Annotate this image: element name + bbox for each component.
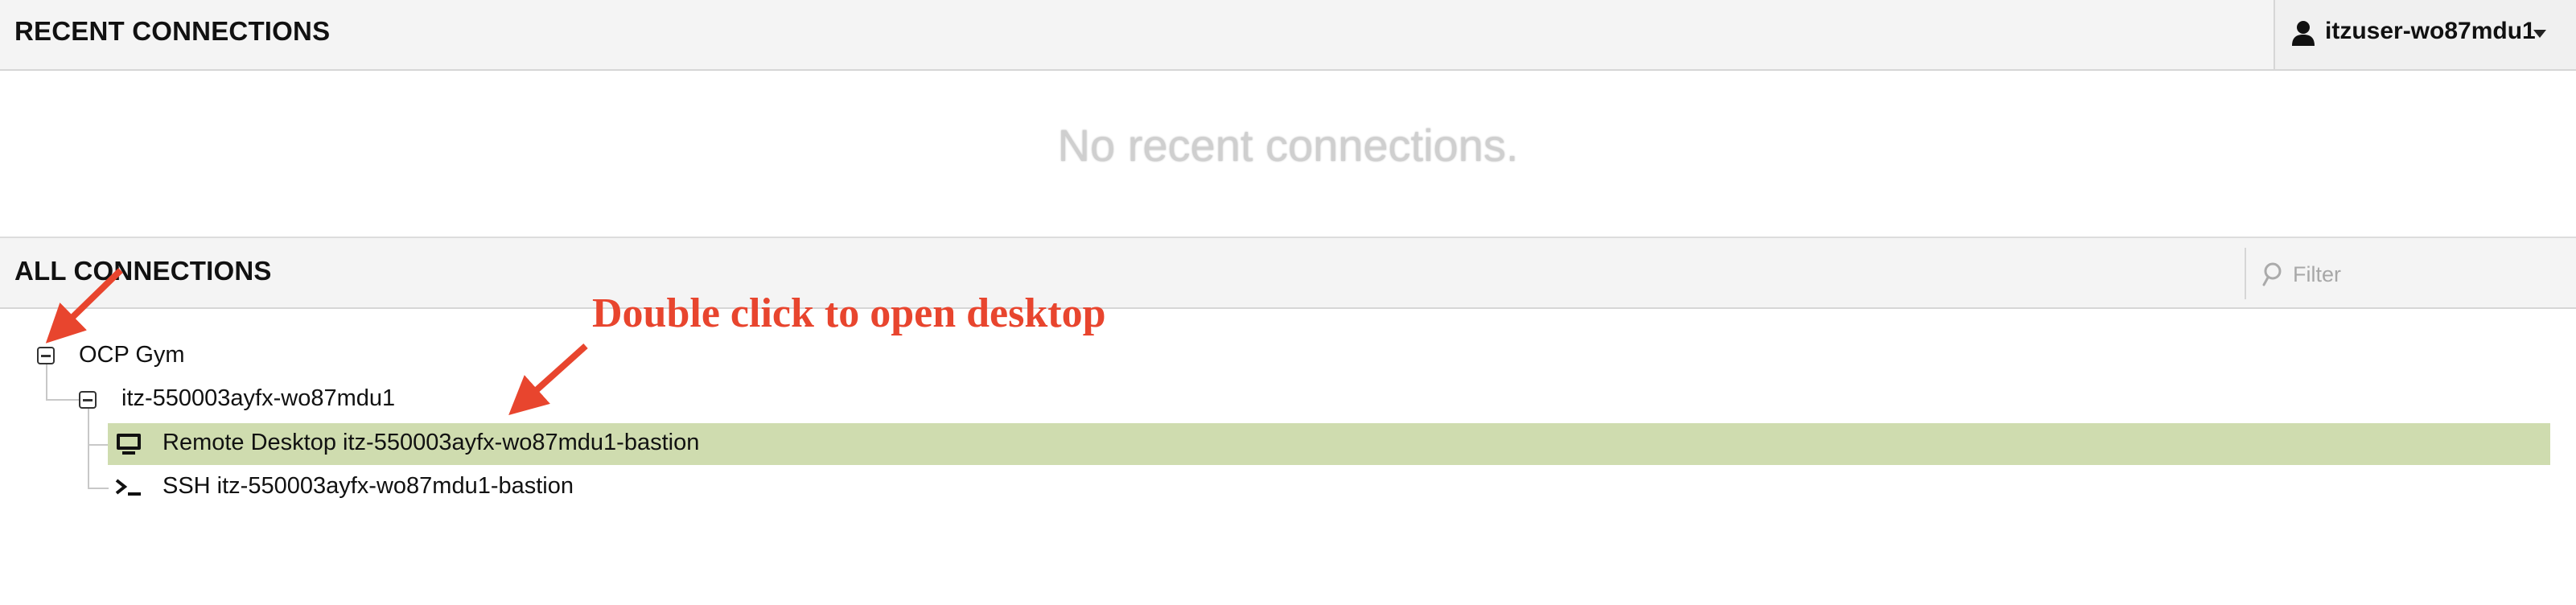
tree-line	[88, 488, 109, 489]
recent-connections-title: RECENT CONNECTIONS	[14, 16, 331, 46]
connection-label: SSH itz-550003ayfx-wo87mdu1-bastion	[163, 473, 574, 499]
arrow-to-remote-desktop	[508, 344, 588, 416]
search-icon	[2262, 262, 2282, 286]
tree-line	[46, 399, 80, 401]
terminal-icon	[115, 479, 141, 496]
all-connections-title: ALL CONNECTIONS	[14, 256, 272, 286]
tree-line	[46, 364, 47, 401]
connection-row-ssh[interactable]: SSH itz-550003ayfx-wo87mdu1-bastion	[108, 467, 2550, 508]
user-menu[interactable]: itzuser-wo87mdu1	[2274, 0, 2576, 69]
group-label-itz[interactable]: itz-550003ayfx-wo87mdu1	[121, 385, 395, 412]
connection-label: Remote Desktop itz-550003ayfx-wo87mdu1-b…	[163, 430, 700, 455]
username-label: itzuser-wo87mdu1	[2325, 18, 2536, 44]
annotation-text: Double click to open desktop	[592, 290, 1106, 336]
tree-line	[88, 409, 89, 489]
filter-box[interactable]	[2245, 248, 2576, 299]
all-connections-header: ALL CONNECTIONS	[0, 237, 2576, 309]
user-icon	[2292, 21, 2315, 46]
collapse-toggle-icon[interactable]	[79, 391, 97, 409]
desktop-icon	[117, 434, 141, 455]
recent-connections-header: RECENT CONNECTIONS itzuser-wo87mdu1	[0, 0, 2576, 71]
group-label-ocp-gym[interactable]: OCP Gym	[79, 342, 185, 368]
collapse-toggle-icon[interactable]	[37, 347, 55, 364]
connection-row-remote-desktop[interactable]: Remote Desktop itz-550003ayfx-wo87mdu1-b…	[108, 423, 2550, 465]
no-recent-message: No recent connections.	[1057, 120, 1519, 171]
tree-line	[88, 444, 109, 446]
chevron-down-icon	[2533, 30, 2546, 38]
filter-input[interactable]	[2291, 256, 2565, 293]
